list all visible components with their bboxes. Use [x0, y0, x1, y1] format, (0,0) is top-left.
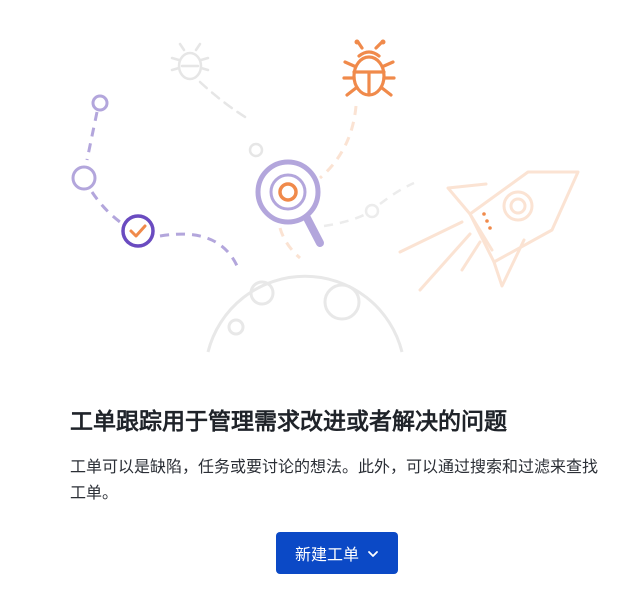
new-issue-button-label: 新建工单: [294, 545, 359, 564]
rocket-icon: [398, 170, 580, 292]
check-circle-icon: [121, 214, 155, 248]
bug-trail: [319, 105, 358, 180]
rocket-trail: [323, 181, 415, 228]
empty-state-title: 工单跟踪用于管理需求改进或者解决的问题: [70, 409, 507, 435]
rocket-dots: [482, 212, 492, 230]
empty-state-illustration: [71, 39, 580, 353]
planet-icon: [206, 274, 404, 353]
bug-icon: [170, 42, 264, 158]
empty-state-description: 工单可以是缺陷，任务或要讨论的想法。此外，可以通过搜索和过滤来查找工单。: [70, 457, 599, 502]
chevron-down-icon: [368, 551, 378, 557]
bug-icon: [342, 39, 396, 97]
magnifier-icon: [255, 159, 324, 260]
progress-trail: [71, 94, 240, 269]
new-issue-button[interactable]: 新建工单: [276, 532, 398, 574]
